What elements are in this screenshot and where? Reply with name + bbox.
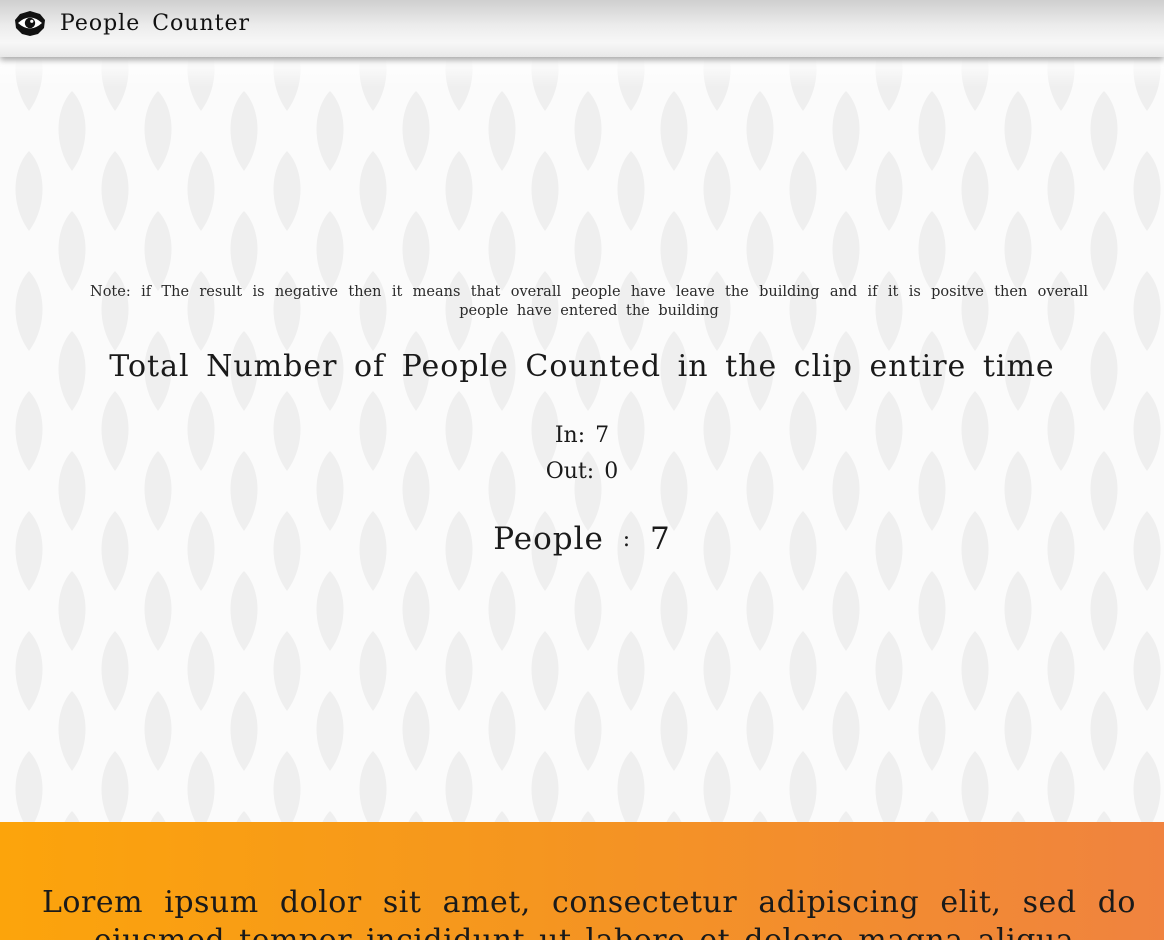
eye-icon [14, 9, 46, 37]
footer-text: Lorem ipsum dolor sit amet, consectetur … [42, 885, 1136, 940]
in-label: In: [554, 423, 586, 448]
out-count: Out: 0 [0, 459, 1164, 484]
out-label: Out: [545, 459, 595, 484]
in-count: In: 7 [0, 423, 1164, 448]
in-value: 7 [595, 423, 610, 448]
people-label: People [493, 521, 604, 557]
brand-link[interactable]: People Counter [14, 9, 250, 37]
note-text: Note: if The result is negative then it … [90, 284, 1088, 319]
main-section: Note: if The result is negative then it … [0, 57, 1164, 822]
people-total: People : 7 [0, 521, 1164, 557]
footer: Lorem ipsum dolor sit amet, consectetur … [0, 822, 1164, 940]
navbar: People Counter [0, 0, 1164, 57]
out-value: 0 [604, 459, 619, 484]
brand-title: People Counter [60, 10, 251, 36]
page-title: Total Number of People Counted in the cl… [109, 349, 1055, 384]
people-value: 7 [650, 521, 671, 557]
people-separator: : [622, 527, 632, 552]
counter-content: Note: if The result is negative then it … [0, 57, 1164, 822]
